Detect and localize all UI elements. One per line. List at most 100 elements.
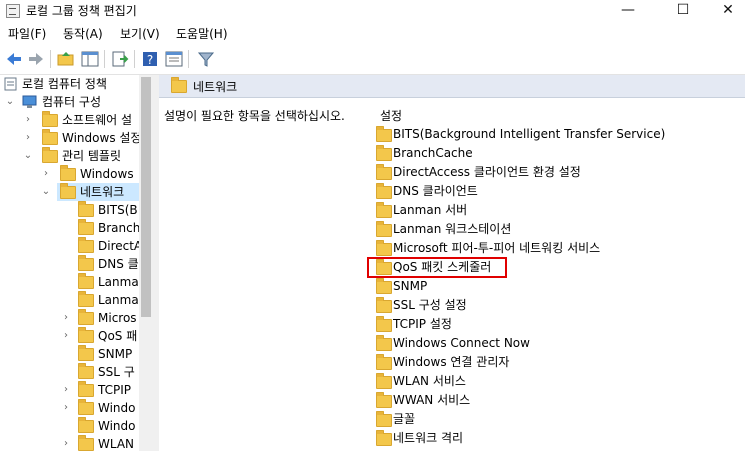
list-item-label: SSL 구성 설정 [393,298,467,312]
chevron-down-icon[interactable]: ⌄ [4,93,16,111]
folder-icon [376,164,392,180]
list-item-label: Microsoft 피어-투-피어 네트워킹 서비스 [393,241,601,255]
menu-action[interactable]: 동작(A) [63,25,103,42]
chevron-right-icon[interactable]: › [60,327,72,345]
folder-icon [376,354,392,370]
folder-icon [376,126,392,142]
tree-label: Windo [98,419,136,433]
list-item-label: TCPIP 설정 [393,317,452,331]
details-header: 네트워크 [159,75,745,98]
tree-scrollbar-thumb[interactable] [141,77,151,317]
folder-icon [376,316,392,332]
folder-icon [78,309,94,325]
tree-label: SNMP [98,347,133,361]
chevron-right-icon[interactable]: › [60,435,72,451]
folder-icon [78,363,94,379]
tree-label: Lanma [98,293,139,307]
toolbar: ? [0,44,745,75]
tree-label: 로컬 컴퓨터 정책 [22,77,107,91]
tree-label: Windows [80,167,134,181]
list-item-label: Windows 연결 관리자 [393,355,510,369]
up-folder-icon[interactable] [56,49,76,69]
chevron-right-icon[interactable]: › [40,165,52,183]
folder-icon [376,335,392,351]
list-item-label: BranchCache [393,146,473,160]
show-hide-tree-icon[interactable] [80,49,100,69]
title-bar: 로컬 그룹 정책 편집기 — ☐ ✕ [0,0,745,22]
list-item-label: BITS(Background Intelligent Transfer Ser… [393,127,666,141]
back-arrow-icon[interactable] [4,49,24,69]
tree-label: BITS(B [98,203,138,217]
menu-help[interactable]: 도움말(H) [176,25,228,42]
list-item-label: SNMP [393,279,428,293]
folder-icon [78,345,94,361]
chevron-right-icon[interactable]: › [22,111,34,129]
tree-label: 컴퓨터 구성 [42,95,102,109]
folder-icon [376,392,392,408]
list-item-label: DirectAccess 클라이언트 환경 설정 [393,165,581,179]
computer-icon [22,95,37,108]
folder-icon [171,77,187,93]
folder-icon [60,165,76,181]
filter-icon[interactable] [196,49,216,69]
chevron-right-icon[interactable]: › [60,399,72,417]
properties-icon[interactable] [164,49,184,69]
menu-bar: 파일(F) 동작(A) 보기(V) 도움말(H) [0,22,745,44]
tree-label: WLAN [98,437,135,451]
folder-icon [78,291,94,307]
chevron-right-icon[interactable]: › [60,381,72,399]
folder-icon [42,129,58,145]
svg-text:?: ? [147,53,153,67]
folder-icon [376,278,392,294]
folder-icon [78,327,94,343]
folder-icon [78,273,94,289]
list-item-label: 네트워크 격리 [393,431,464,445]
folder-icon [42,147,58,163]
chevron-right-icon[interactable]: › [60,309,72,327]
list-item-label: Lanman 서버 [393,203,468,217]
tree-label: 네트워크 [80,185,125,199]
tree-label: Lanma [98,275,139,289]
folder-icon [78,255,94,271]
tree-label: Micros [98,311,137,325]
menu-view[interactable]: 보기(V) [120,25,160,42]
folder-icon [376,297,392,313]
tree-label: TCPIP [98,383,132,397]
details-header-title: 네트워크 [193,80,238,94]
list-item-label: Lanman 워크스테이션 [393,222,512,236]
tree-label: DirectA [98,239,143,253]
forward-arrow-icon[interactable] [26,49,46,69]
folder-icon [376,202,392,218]
folder-icon [376,430,392,446]
tree-item-network[interactable]: ⌄ 네트워크 [40,183,139,201]
chevron-down-icon[interactable]: ⌄ [22,147,34,165]
folder-icon [78,381,94,397]
help-icon[interactable]: ? [140,49,160,69]
list-item-label: WLAN 서비스 [393,374,466,388]
chevron-right-icon[interactable]: › [22,129,34,147]
maximize-button[interactable]: ☐ [660,0,706,22]
tree-scrollbar[interactable] [139,75,153,451]
folder-icon [376,183,392,199]
folder-icon [78,399,94,415]
folder-icon [78,237,94,253]
list-item-label: 글꼴 [393,412,416,426]
folder-icon [78,219,94,235]
folder-icon [78,417,94,433]
navigation-tree: 로컬 컴퓨터 정책 ⌄ 컴퓨터 구성 › 소프트웨어 설 › Windows 설… [0,75,153,451]
export-list-icon[interactable] [110,49,130,69]
tree-label: 관리 템플릿 [62,149,122,163]
policy-editor-app-icon [6,4,20,18]
chevron-down-icon[interactable]: ⌄ [40,183,52,201]
column-header-setting[interactable]: 설정 [380,107,402,124]
tree-label: Windows 설정 [62,131,142,145]
policy-document-icon [4,77,17,91]
tree-label: SSL 구 [98,365,135,379]
folder-icon [78,435,94,451]
folder-icon [376,411,392,427]
menu-file[interactable]: 파일(F) [8,25,46,42]
minimize-button[interactable]: — [605,0,651,22]
highlight-box [367,257,507,278]
close-button[interactable]: ✕ [705,0,745,22]
folder-icon [376,221,392,237]
